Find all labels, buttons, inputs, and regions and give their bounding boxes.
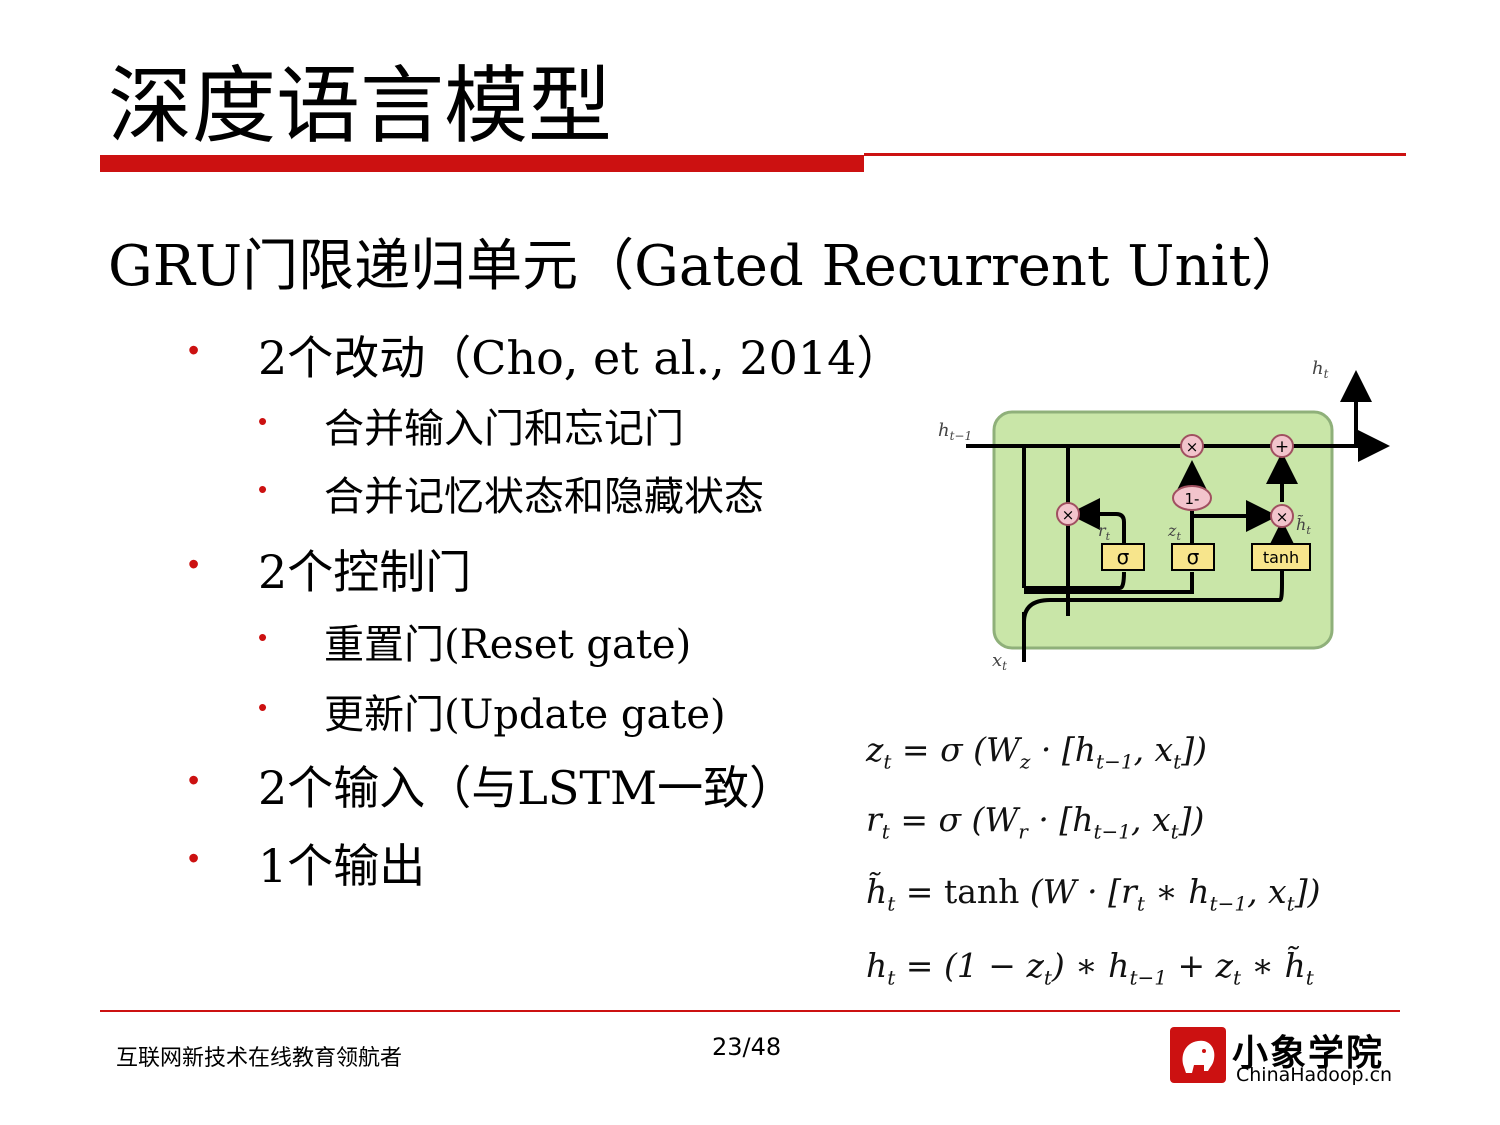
svg-text:×: × <box>1186 438 1199 456</box>
label-x-in: xt <box>992 650 1007 673</box>
bullet-dot: • <box>258 622 268 652</box>
bullet-dot: • <box>188 332 200 368</box>
svg-text:1-: 1- <box>1185 490 1200 508</box>
list-item-text: 2个控制门 <box>258 545 472 599</box>
equation-h: ht = (1 − zt) ∗ ht−1 + zt ∗ h̃t <box>866 946 1314 990</box>
bullet-dot: • <box>258 692 268 722</box>
bullet-dot: • <box>258 474 268 504</box>
list-item-text: 合并输入门和忘记门 <box>324 406 684 452</box>
one-minus-op: 1- <box>1172 485 1212 511</box>
svg-text:×: × <box>1062 506 1075 524</box>
footer-tagline: 互联网新技术在线教育领航者 <box>116 1046 403 1071</box>
gru-cell-diagram: × × + 1- × σ σ tanh ht−1 ht xt rt zt h̃t <box>938 358 1390 673</box>
list-item-text: 2个输入（与LSTM一致） <box>258 761 796 815</box>
equation-h-tilde: h̃t = tanh (W · [rt ∗ ht−1, xt]) <box>866 872 1321 916</box>
multiply-op-reset: × <box>1056 502 1080 526</box>
plus-op: + <box>1270 434 1294 458</box>
section-heading: GRU门限递归单元（Gated Recurrent Unit） <box>108 234 1307 299</box>
list-item-text: 更新门(Update gate) <box>324 692 726 738</box>
bullet-dot: • <box>188 840 200 876</box>
bullet-dot: • <box>188 762 200 798</box>
tanh-layer: tanh <box>1251 543 1311 571</box>
bullet-dot: • <box>258 406 268 436</box>
multiply-op-candidate: × <box>1270 504 1294 528</box>
elephant-logo-icon <box>1170 1027 1226 1083</box>
svg-text:σ: σ <box>1117 545 1130 569</box>
slide-title: 深度语言模型 <box>108 57 613 155</box>
label-h-prev: ht−1 <box>938 420 972 443</box>
label-h-out: ht <box>1312 358 1329 381</box>
list-item-text: 1个输出 <box>258 839 426 893</box>
svg-text:×: × <box>1276 508 1289 526</box>
title-underline-thick <box>100 155 864 172</box>
multiply-op-top: × <box>1180 434 1204 458</box>
bullet-dot: • <box>188 546 200 582</box>
svg-text:σ: σ <box>1187 545 1200 569</box>
svg-text:+: + <box>1275 437 1289 457</box>
equation-r: rt = σ (Wr · [ht−1, xt]) <box>866 800 1205 844</box>
reset-gate: σ <box>1101 543 1145 571</box>
list-item-text: 2个改动（Cho, et al., 2014） <box>258 331 903 385</box>
svg-text:tanh: tanh <box>1263 548 1299 567</box>
list-item-text: 合并记忆状态和隐藏状态 <box>324 474 764 520</box>
page-number: 23/48 <box>712 1033 782 1061</box>
logo-domain: ChinaHadoop.cn <box>1236 1064 1393 1086</box>
footer-divider <box>100 1010 1400 1012</box>
list-item-text: 重置门(Reset gate) <box>324 622 692 668</box>
update-gate: σ <box>1171 543 1215 571</box>
title-underline-thin <box>864 153 1406 156</box>
equation-z: zt = σ (Wz · [ht−1, xt]) <box>866 730 1207 774</box>
